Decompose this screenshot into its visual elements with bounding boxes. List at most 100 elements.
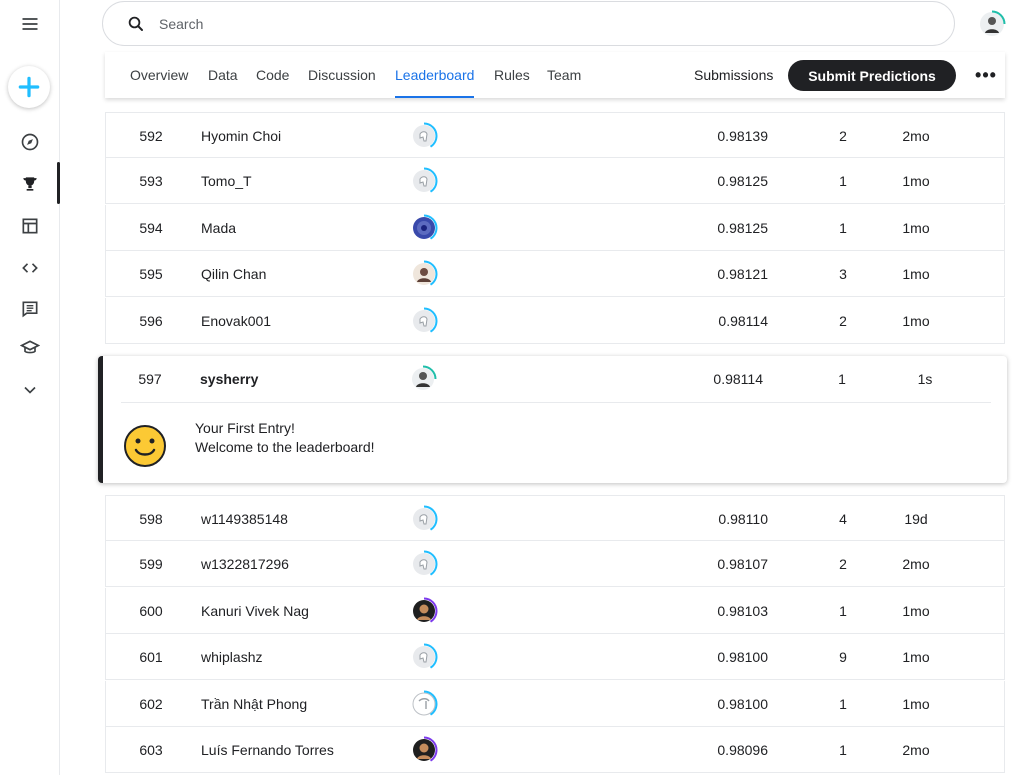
- team-avatar[interactable]: [410, 122, 438, 150]
- search-bar[interactable]: [102, 1, 955, 46]
- team-name[interactable]: sysherry: [200, 356, 258, 402]
- table-row[interactable]: 595 Qilin Chan 0.98121 3 1mo: [105, 251, 1005, 298]
- search-icon: [128, 16, 143, 31]
- rank: 593: [139, 173, 163, 190]
- table-row[interactable]: 601 whiplashz 0.98100 9 1mo: [105, 634, 1005, 681]
- entries-count: 2: [839, 312, 847, 329]
- last-submission: 2mo: [902, 556, 930, 573]
- rank: 598: [139, 511, 163, 527]
- rank: 597: [138, 371, 162, 387]
- team-name[interactable]: Qilin Chan: [201, 251, 266, 297]
- table-row[interactable]: 594 Mada 0.98125 1 1mo: [105, 204, 1005, 251]
- user-avatar[interactable]: [978, 10, 1006, 38]
- table-row[interactable]: 602 Trần Nhật Phong 0.98100 1 1mo: [105, 680, 1005, 727]
- last-submission: 19d: [904, 511, 928, 527]
- last-submission: 1mo: [902, 649, 930, 666]
- table-row[interactable]: 592 Hyomin Choi 0.98139 2 2mo: [105, 112, 1005, 158]
- table-row[interactable]: 598 w1149385148 0.98110 4 19d: [105, 495, 1005, 541]
- menu-icon[interactable]: [18, 12, 42, 36]
- school-icon[interactable]: [18, 336, 42, 360]
- team-name[interactable]: w1149385148: [201, 496, 288, 542]
- last-submission: 2mo: [902, 742, 930, 758]
- team-name[interactable]: Hyomin Choi: [201, 113, 281, 159]
- entries-count: 1: [839, 602, 847, 619]
- team-avatar[interactable]: [410, 307, 438, 335]
- team-avatar[interactable]: [410, 643, 438, 671]
- rank: 602: [139, 695, 163, 712]
- rank: 592: [139, 128, 163, 144]
- team-avatar[interactable]: [410, 550, 438, 578]
- entries-count: 4: [839, 511, 847, 527]
- entries-count: 1: [839, 219, 847, 236]
- tab-discussion[interactable]: Discussion: [308, 52, 376, 98]
- welcome-message: Welcome to the leaderboard!: [195, 439, 375, 455]
- comment-icon[interactable]: [18, 297, 42, 321]
- tab-overview[interactable]: Overview: [130, 52, 188, 98]
- tab-team[interactable]: Team: [547, 52, 581, 98]
- chevron-down-icon[interactable]: [18, 378, 42, 402]
- team-name[interactable]: Enovak001: [201, 298, 271, 344]
- welcome-title: Your First Entry!: [195, 420, 295, 436]
- team-name[interactable]: Luís Fernando Torres: [201, 727, 334, 773]
- score: 0.98103: [717, 602, 768, 619]
- score: 0.98100: [717, 695, 768, 712]
- table-icon[interactable]: [18, 214, 42, 238]
- score: 0.98107: [717, 556, 768, 573]
- table-row[interactable]: 597 sysherry 0.98114 1 1s: [103, 356, 1007, 402]
- entries-count: 1: [839, 742, 847, 758]
- team-name[interactable]: Mada: [201, 205, 236, 251]
- rank: 601: [139, 649, 163, 666]
- submit-predictions-button[interactable]: Submit Predictions: [788, 60, 956, 91]
- team-avatar[interactable]: [410, 505, 438, 533]
- last-submission: 1s: [917, 371, 933, 387]
- tab-code[interactable]: Code: [256, 52, 289, 98]
- team-avatar[interactable]: [410, 690, 438, 718]
- create-button[interactable]: [8, 66, 50, 108]
- score: 0.98125: [717, 173, 768, 190]
- team-name[interactable]: Trần Nhật Phong: [201, 681, 307, 727]
- tab-leaderboard[interactable]: Leaderboard: [395, 52, 475, 98]
- table-row[interactable]: 600 Kanuri Vivek Nag 0.98103 1 1mo: [105, 587, 1005, 634]
- last-submission: 1mo: [902, 312, 930, 329]
- create-icon: [18, 76, 40, 98]
- left-rail: [0, 0, 60, 775]
- trophy-icon[interactable]: [18, 172, 42, 196]
- team-avatar[interactable]: [410, 597, 438, 625]
- rank: 596: [139, 312, 163, 329]
- score: 0.98125: [717, 219, 768, 236]
- team-name[interactable]: whiplashz: [201, 634, 262, 680]
- competition-tabs: Overview Data Code Discussion Leaderboar…: [105, 52, 1005, 98]
- current-user-entry: 597 sysherry 0.98114 1 1s Your First Ent…: [98, 356, 1007, 483]
- team-name[interactable]: Kanuri Vivek Nag: [201, 588, 309, 634]
- table-row[interactable]: 603 Luís Fernando Torres 0.98096 1 2mo: [105, 727, 1005, 773]
- tab-data[interactable]: Data: [208, 52, 238, 98]
- team-avatar[interactable]: [410, 167, 438, 195]
- compass-icon[interactable]: [18, 130, 42, 154]
- table-row[interactable]: 596 Enovak001 0.98114 2 1mo: [105, 297, 1005, 344]
- rank: 600: [139, 602, 163, 619]
- more-options-button[interactable]: •••: [971, 60, 1001, 91]
- smiley-icon: [124, 425, 166, 467]
- score: 0.98110: [718, 511, 768, 527]
- score: 0.98139: [717, 128, 768, 144]
- entries-count: 2: [839, 128, 847, 144]
- score: 0.98114: [718, 312, 768, 329]
- entries-count: 1: [839, 695, 847, 712]
- team-avatar[interactable]: [410, 260, 438, 288]
- table-row[interactable]: 593 Tomo_T 0.98125 1 1mo: [105, 158, 1005, 205]
- search-input[interactable]: [159, 15, 859, 32]
- team-name[interactable]: w1322817296: [201, 541, 289, 587]
- table-row[interactable]: 599 w1322817296 0.98107 2 2mo: [105, 541, 1005, 588]
- entries-count: 1: [839, 173, 847, 190]
- last-submission: 1mo: [902, 695, 930, 712]
- team-avatar[interactable]: [410, 736, 438, 764]
- rank: 603: [139, 742, 163, 758]
- team-avatar[interactable]: [410, 214, 438, 242]
- team-avatar[interactable]: [409, 365, 437, 393]
- divider: [121, 402, 991, 403]
- entries-count: 1: [838, 371, 846, 387]
- team-name[interactable]: Tomo_T: [201, 158, 252, 204]
- submissions-link[interactable]: Submissions: [694, 52, 773, 98]
- code-icon[interactable]: [18, 256, 42, 280]
- tab-rules[interactable]: Rules: [494, 52, 530, 98]
